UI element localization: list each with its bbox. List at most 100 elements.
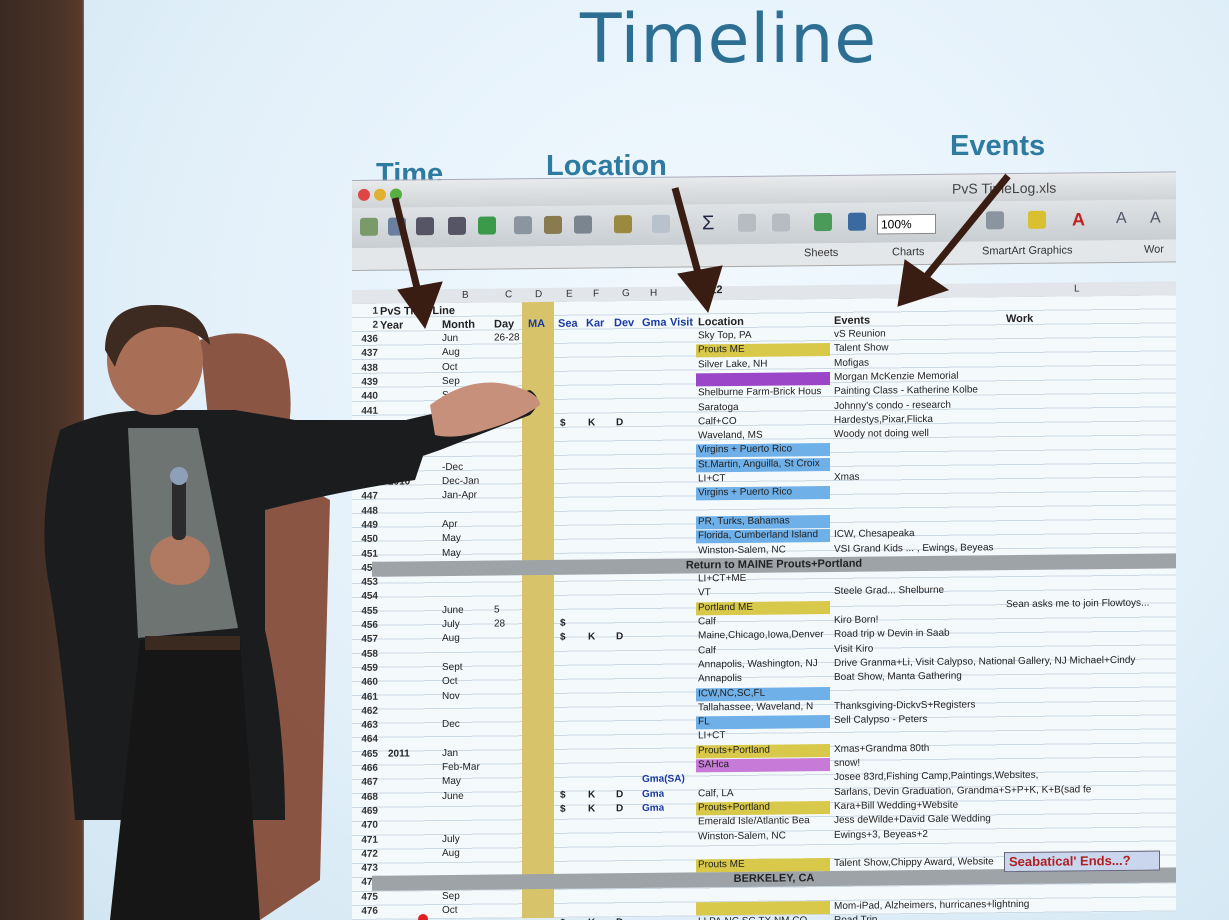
- save-icon[interactable]: [416, 217, 434, 236]
- location-cell[interactable]: Prouts+Portland: [698, 744, 830, 756]
- col-h[interactable]: H: [650, 288, 657, 299]
- month-cell[interactable]: May: [442, 776, 461, 787]
- month-cell[interactable]: Feb-Mar: [442, 762, 480, 773]
- location-cell[interactable]: ICW,NC,SC,FL: [698, 686, 830, 699]
- location-cell[interactable]: Annapolis: [698, 672, 830, 684]
- event-cell[interactable]: Ewings+3, Beyeas+2: [834, 826, 1174, 840]
- event-cell[interactable]: [834, 726, 1174, 730]
- location-cell[interactable]: Winston-Salem, NC: [698, 543, 830, 556]
- month-cell[interactable]: Nov: [442, 690, 460, 701]
- day-cell[interactable]: 26-28: [494, 332, 520, 343]
- location-cell[interactable]: LI+CT+ME: [698, 572, 830, 585]
- header-dev[interactable]: Dev: [614, 317, 640, 329]
- location-cell[interactable]: Prouts+Portland: [698, 801, 830, 814]
- month-cell[interactable]: June: [442, 605, 464, 616]
- work-cell[interactable]: Sean asks me to join Flowtoys...: [1006, 597, 1174, 610]
- kar-cell[interactable]: K: [588, 632, 595, 643]
- event-cell[interactable]: Mofigas: [834, 354, 1174, 368]
- month-cell[interactable]: Dec: [442, 719, 460, 730]
- location-cell[interactable]: Florida, Cumberland Island: [698, 529, 830, 541]
- header-month[interactable]: Month: [442, 319, 475, 331]
- header-location[interactable]: Location: [698, 316, 744, 328]
- event-cell[interactable]: Kara+Bill Wedding+Website: [834, 797, 1174, 812]
- header-visit[interactable]: Visit: [670, 316, 696, 328]
- sort-ascending-icon[interactable]: [738, 213, 756, 232]
- month-cell[interactable]: May: [442, 533, 461, 544]
- fill-color-icon[interactable]: [1028, 210, 1046, 229]
- month-cell[interactable]: July: [442, 833, 460, 844]
- location-cell[interactable]: Calf: [698, 644, 830, 656]
- event-cell[interactable]: [834, 497, 1174, 501]
- month-cell[interactable]: Oct: [442, 905, 458, 916]
- event-cell[interactable]: Drive Granma+Li, Visit Calypso, National…: [834, 654, 1174, 669]
- minimize-icon[interactable]: [374, 188, 386, 201]
- event-cell[interactable]: Xmas: [834, 468, 1174, 483]
- event-cell[interactable]: Kiro Born!: [834, 611, 1174, 625]
- gma-cell[interactable]: Gma: [642, 803, 664, 814]
- month-cell[interactable]: Oct: [442, 361, 458, 372]
- event-cell[interactable]: VSI Grand Kids ... , Ewings, Beyeas: [834, 540, 1174, 555]
- import-icon[interactable]: [478, 216, 496, 235]
- month-cell[interactable]: Aug: [442, 633, 460, 644]
- header-sea[interactable]: Sea: [558, 318, 584, 330]
- event-cell[interactable]: Road Trip: [834, 912, 1174, 920]
- location-cell[interactable]: Shelburne Farm-Brick Hous: [698, 386, 830, 398]
- event-cell[interactable]: [834, 440, 1174, 444]
- open-icon[interactable]: [388, 217, 406, 236]
- copy-icon[interactable]: [514, 216, 532, 235]
- kar-cell[interactable]: K: [588, 417, 595, 428]
- borders-icon[interactable]: [986, 211, 1004, 230]
- month-cell[interactable]: Se: [442, 390, 454, 401]
- header-year[interactable]: Year: [380, 319, 403, 331]
- location-cell[interactable]: [698, 501, 830, 502]
- event-cell[interactable]: snow!: [834, 754, 1174, 769]
- location-cell[interactable]: Calf: [698, 615, 830, 627]
- location-cell[interactable]: Waveland, MS: [698, 429, 830, 442]
- event-cell[interactable]: Johnny's condo - research: [834, 397, 1174, 411]
- sheet-title-cell[interactable]: PvS Time Line: [380, 305, 455, 318]
- ribbon-tab-charts[interactable]: Charts: [892, 246, 924, 258]
- location-cell[interactable]: SAHca: [698, 758, 830, 770]
- kar-cell[interactable]: K: [588, 789, 595, 800]
- sort-descending-icon[interactable]: [772, 213, 790, 232]
- format-brush-icon[interactable]: [574, 215, 592, 234]
- event-cell[interactable]: vS Reunion: [834, 325, 1174, 340]
- location-cell[interactable]: [698, 772, 830, 773]
- event-cell[interactable]: [834, 483, 1174, 487]
- event-cell[interactable]: Xmas+Grandma 80th: [834, 740, 1174, 755]
- month-cell[interactable]: Jun: [442, 333, 458, 344]
- gma-cell[interactable]: Gma(SA): [642, 774, 685, 785]
- location-cell[interactable]: Calf, LA: [698, 787, 830, 799]
- col-b[interactable]: B: [462, 290, 469, 301]
- location-cell[interactable]: Silver Lake, NH: [698, 358, 830, 370]
- new-icon[interactable]: [360, 217, 378, 236]
- redo-icon[interactable]: [652, 214, 670, 233]
- event-cell[interactable]: Josee 83rd,Fishing Camp,Paintings,Websit…: [834, 769, 1174, 783]
- location-cell[interactable]: LI,PA,NC,SC,TX,NM,CO: [698, 915, 830, 920]
- event-cell[interactable]: Sell Calypso - Peters: [834, 711, 1174, 726]
- col-f[interactable]: F: [593, 288, 599, 299]
- sea-cell[interactable]: $: [560, 804, 566, 815]
- location-cell[interactable]: VT: [698, 586, 830, 599]
- day-cell[interactable]: 28: [494, 618, 505, 629]
- location-cell[interactable]: Portland ME: [698, 601, 830, 613]
- dev-cell[interactable]: D: [616, 789, 623, 800]
- location-cell[interactable]: Virgins + Puerto Rico: [698, 443, 830, 456]
- event-cell[interactable]: ICW, Chesapeaka: [834, 526, 1174, 540]
- month-cell[interactable]: Jan-Apr: [442, 490, 477, 501]
- month-cell[interactable]: Dec-Jan: [442, 476, 479, 487]
- event-cell[interactable]: [834, 840, 1174, 844]
- location-cell[interactable]: Prouts ME: [698, 858, 830, 870]
- location-cell[interactable]: PR, Turks, Bahamas: [698, 515, 830, 527]
- font-color-icon[interactable]: A: [1072, 209, 1090, 229]
- event-cell[interactable]: [834, 454, 1174, 458]
- month-cell[interactable]: July: [442, 619, 460, 630]
- location-cell[interactable]: Tallahassee, Waveland, N: [698, 701, 830, 713]
- dev-cell[interactable]: D: [616, 417, 623, 428]
- month-cell[interactable]: Aug: [442, 848, 460, 859]
- font-size-down-icon[interactable]: A: [1150, 209, 1168, 227]
- sea-cell[interactable]: $: [560, 618, 566, 629]
- header-ma[interactable]: MA: [528, 318, 545, 330]
- location-cell[interactable]: Virgins + Puerto Rico: [698, 486, 830, 499]
- location-cell[interactable]: Calf+CO: [698, 415, 830, 427]
